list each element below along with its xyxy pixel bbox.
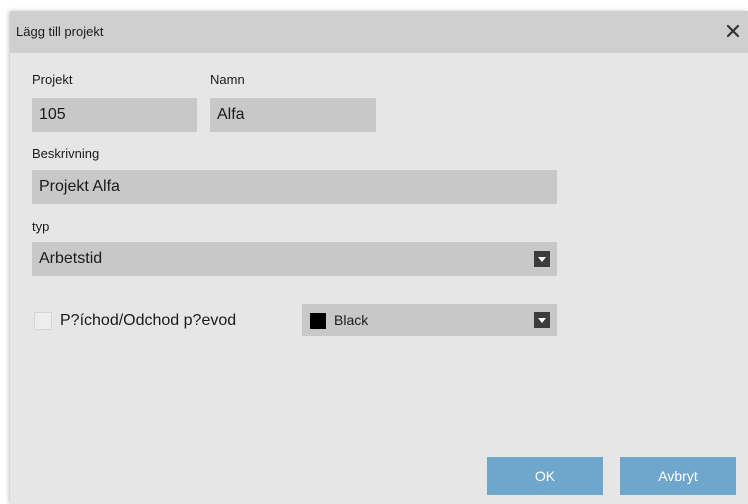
close-icon[interactable] <box>722 20 744 42</box>
dialog-titlebar: Lägg till projekt <box>10 11 748 53</box>
transfer-checkbox[interactable] <box>34 312 52 330</box>
transfer-checkbox-label: P?íchod/Odchod p?evod <box>60 312 237 329</box>
chevron-down-icon[interactable] <box>534 312 550 328</box>
description-field[interactable]: Projekt Alfa <box>32 170 557 204</box>
color-dropdown-value: Black <box>334 312 369 328</box>
color-swatch <box>310 313 326 329</box>
type-label: typ <box>32 219 50 234</box>
project-number-field[interactable]: 105 <box>32 98 197 132</box>
color-dropdown[interactable]: Black <box>302 304 557 336</box>
dialog-title: Lägg till projekt <box>16 24 104 39</box>
cancel-button[interactable]: Avbryt <box>620 457 736 495</box>
ok-button[interactable]: OK <box>487 457 603 495</box>
add-project-dialog: Lägg till projekt Projekt 105 Namn Alfa … <box>10 11 748 504</box>
name-label: Namn <box>210 72 245 87</box>
type-dropdown[interactable]: Arbetstid <box>32 242 557 276</box>
project-label: Projekt <box>32 72 73 87</box>
description-label: Beskrivning <box>32 146 100 161</box>
name-field[interactable]: Alfa <box>210 98 376 132</box>
chevron-down-icon[interactable] <box>534 251 550 267</box>
type-dropdown-value: Arbetstid <box>39 250 103 267</box>
